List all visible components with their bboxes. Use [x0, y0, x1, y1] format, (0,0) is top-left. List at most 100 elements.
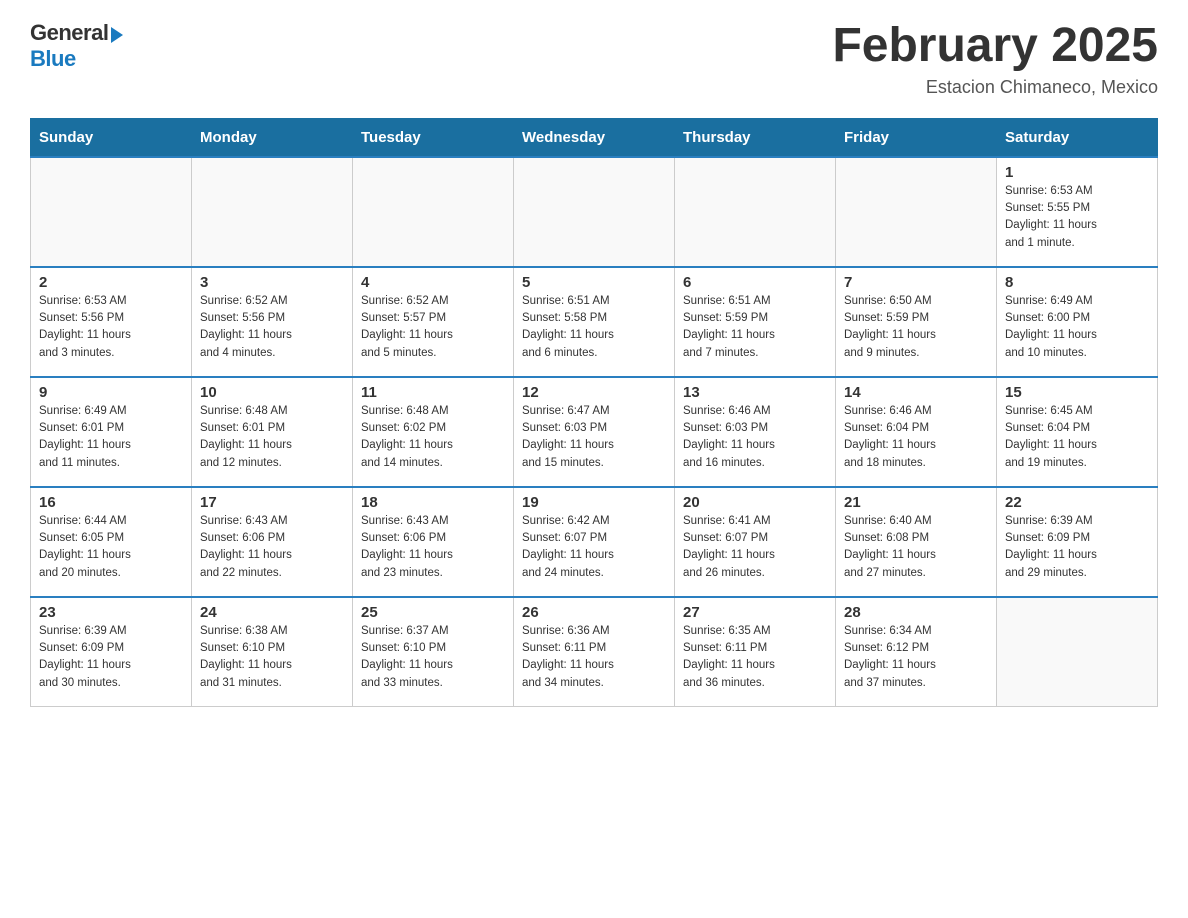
day-number: 6 [683, 274, 827, 291]
day-info: Sunrise: 6:46 AMSunset: 6:04 PMDaylight:… [844, 403, 988, 472]
day-number: 26 [522, 604, 666, 621]
calendar-cell: 16 Sunrise: 6:44 AMSunset: 6:05 PMDayligh… [31, 487, 192, 597]
day-info: Sunrise: 6:43 AMSunset: 6:06 PMDaylight:… [200, 513, 344, 582]
day-info: Sunrise: 6:53 AMSunset: 5:55 PMDaylight:… [1005, 183, 1149, 252]
calendar-cell [192, 157, 353, 267]
location-title: Estacion Chimaneco, Mexico [832, 77, 1158, 98]
calendar-cell: 6 Sunrise: 6:51 AMSunset: 5:59 PMDaylight… [675, 267, 836, 377]
day-info: Sunrise: 6:37 AMSunset: 6:10 PMDaylight:… [361, 623, 505, 692]
day-info: Sunrise: 6:40 AMSunset: 6:08 PMDaylight:… [844, 513, 988, 582]
day-number: 10 [200, 384, 344, 401]
calendar-cell: 11 Sunrise: 6:48 AMSunset: 6:02 PMDayligh… [353, 377, 514, 487]
calendar-cell: 14 Sunrise: 6:46 AMSunset: 6:04 PMDayligh… [836, 377, 997, 487]
day-info: Sunrise: 6:45 AMSunset: 6:04 PMDaylight:… [1005, 403, 1149, 472]
logo-general-text: General [30, 20, 108, 46]
col-wednesday: Wednesday [514, 118, 675, 157]
title-block: February 2025 Estacion Chimaneco, Mexico [832, 20, 1158, 98]
calendar-cell: 15 Sunrise: 6:45 AMSunset: 6:04 PMDayligh… [997, 377, 1158, 487]
calendar-cell: 25 Sunrise: 6:37 AMSunset: 6:10 PMDayligh… [353, 597, 514, 707]
col-monday: Monday [192, 118, 353, 157]
day-number: 11 [361, 384, 505, 401]
calendar-cell [514, 157, 675, 267]
calendar-table: Sunday Monday Tuesday Wednesday Thursday… [30, 118, 1158, 708]
calendar-cell: 28 Sunrise: 6:34 AMSunset: 6:12 PMDayligh… [836, 597, 997, 707]
week-row-3: 9Sunrise: 6:49 AMSunset: 6:01 PMDaylight… [31, 377, 1158, 487]
logo-blue-text: Blue [30, 46, 76, 72]
day-info: Sunrise: 6:52 AMSunset: 5:56 PMDaylight:… [200, 293, 344, 362]
day-number: 4 [361, 274, 505, 291]
day-number: 15 [1005, 384, 1149, 401]
day-info: Sunrise: 6:39 AMSunset: 6:09 PMDaylight:… [1005, 513, 1149, 582]
day-number: 1 [1005, 164, 1149, 181]
col-tuesday: Tuesday [353, 118, 514, 157]
calendar-cell [353, 157, 514, 267]
day-info: Sunrise: 6:51 AMSunset: 5:58 PMDaylight:… [522, 293, 666, 362]
col-thursday: Thursday [675, 118, 836, 157]
calendar-cell: 27 Sunrise: 6:35 AMSunset: 6:11 PMDayligh… [675, 597, 836, 707]
week-row-4: 16 Sunrise: 6:44 AMSunset: 6:05 PMDayligh… [31, 487, 1158, 597]
day-number: 23 [39, 604, 183, 621]
logo: General Blue [30, 20, 123, 72]
day-number: 21 [844, 494, 988, 511]
day-info: Sunrise: 6:48 AMSunset: 6:02 PMDaylight:… [361, 403, 505, 472]
calendar-cell: 1 Sunrise: 6:53 AMSunset: 5:55 PMDaylight… [997, 157, 1158, 267]
calendar-cell: 10 Sunrise: 6:48 AMSunset: 6:01 PMDayligh… [192, 377, 353, 487]
calendar-cell: 22 Sunrise: 6:39 AMSunset: 6:09 PMDayligh… [997, 487, 1158, 597]
calendar-cell: 26Sunrise: 6:36 AMSunset: 6:11 PMDayligh… [514, 597, 675, 707]
day-number: 14 [844, 384, 988, 401]
day-info: Sunrise: 6:49 AMSunset: 6:00 PMDaylight:… [1005, 293, 1149, 362]
day-info: Sunrise: 6:50 AMSunset: 5:59 PMDaylight:… [844, 293, 988, 362]
page-header: General Blue February 2025 Estacion Chim… [30, 20, 1158, 98]
calendar-cell: 5 Sunrise: 6:51 AMSunset: 5:58 PMDaylight… [514, 267, 675, 377]
col-sunday: Sunday [31, 118, 192, 157]
day-info: Sunrise: 6:42 AMSunset: 6:07 PMDaylight:… [522, 513, 666, 582]
day-info: Sunrise: 6:38 AMSunset: 6:10 PMDaylight:… [200, 623, 344, 692]
calendar-cell: 21 Sunrise: 6:40 AMSunset: 6:08 PMDayligh… [836, 487, 997, 597]
week-row-5: 23 Sunrise: 6:39 AMSunset: 6:09 PMDayligh… [31, 597, 1158, 707]
day-number: 22 [1005, 494, 1149, 511]
day-info: Sunrise: 6:34 AMSunset: 6:12 PMDaylight:… [844, 623, 988, 692]
day-info: Sunrise: 6:39 AMSunset: 6:09 PMDaylight:… [39, 623, 183, 692]
day-info: Sunrise: 6:35 AMSunset: 6:11 PMDaylight:… [683, 623, 827, 692]
calendar-cell: 4 Sunrise: 6:52 AMSunset: 5:57 PMDaylight… [353, 267, 514, 377]
day-number: 18 [361, 494, 505, 511]
calendar-cell: 3Sunrise: 6:52 AMSunset: 5:56 PMDaylight… [192, 267, 353, 377]
calendar-cell: 20 Sunrise: 6:41 AMSunset: 6:07 PMDayligh… [675, 487, 836, 597]
day-info: Sunrise: 6:41 AMSunset: 6:07 PMDaylight:… [683, 513, 827, 582]
calendar-cell: 19 Sunrise: 6:42 AMSunset: 6:07 PMDayligh… [514, 487, 675, 597]
calendar-cell: 7 Sunrise: 6:50 AMSunset: 5:59 PMDaylight… [836, 267, 997, 377]
calendar-header-row: Sunday Monday Tuesday Wednesday Thursday… [31, 118, 1158, 157]
day-number: 12 [522, 384, 666, 401]
day-number: 19 [522, 494, 666, 511]
day-info: Sunrise: 6:43 AMSunset: 6:06 PMDaylight:… [361, 513, 505, 582]
calendar-cell: 12Sunrise: 6:47 AMSunset: 6:03 PMDayligh… [514, 377, 675, 487]
day-number: 9 [39, 384, 183, 401]
calendar-cell: 2Sunrise: 6:53 AMSunset: 5:56 PMDaylight… [31, 267, 192, 377]
calendar-cell: 17 Sunrise: 6:43 AMSunset: 6:06 PMDayligh… [192, 487, 353, 597]
day-number: 17 [200, 494, 344, 511]
day-number: 13 [683, 384, 827, 401]
day-info: Sunrise: 6:44 AMSunset: 6:05 PMDaylight:… [39, 513, 183, 582]
week-row-1: 1 Sunrise: 6:53 AMSunset: 5:55 PMDaylight… [31, 157, 1158, 267]
calendar-cell: 18 Sunrise: 6:43 AMSunset: 6:06 PMDayligh… [353, 487, 514, 597]
calendar-cell [997, 597, 1158, 707]
day-number: 7 [844, 274, 988, 291]
day-number: 16 [39, 494, 183, 511]
day-info: Sunrise: 6:51 AMSunset: 5:59 PMDaylight:… [683, 293, 827, 362]
day-info: Sunrise: 6:46 AMSunset: 6:03 PMDaylight:… [683, 403, 827, 472]
day-info: Sunrise: 6:53 AMSunset: 5:56 PMDaylight:… [39, 293, 183, 362]
day-number: 20 [683, 494, 827, 511]
week-row-2: 2Sunrise: 6:53 AMSunset: 5:56 PMDaylight… [31, 267, 1158, 377]
day-number: 27 [683, 604, 827, 621]
calendar-cell: 8Sunrise: 6:49 AMSunset: 6:00 PMDaylight… [997, 267, 1158, 377]
day-info: Sunrise: 6:52 AMSunset: 5:57 PMDaylight:… [361, 293, 505, 362]
calendar-cell: 9Sunrise: 6:49 AMSunset: 6:01 PMDaylight… [31, 377, 192, 487]
day-number: 28 [844, 604, 988, 621]
day-number: 25 [361, 604, 505, 621]
day-info: Sunrise: 6:48 AMSunset: 6:01 PMDaylight:… [200, 403, 344, 472]
day-number: 24 [200, 604, 344, 621]
calendar-cell [675, 157, 836, 267]
calendar-cell: 13 Sunrise: 6:46 AMSunset: 6:03 PMDayligh… [675, 377, 836, 487]
calendar-cell: 23 Sunrise: 6:39 AMSunset: 6:09 PMDayligh… [31, 597, 192, 707]
day-number: 5 [522, 274, 666, 291]
